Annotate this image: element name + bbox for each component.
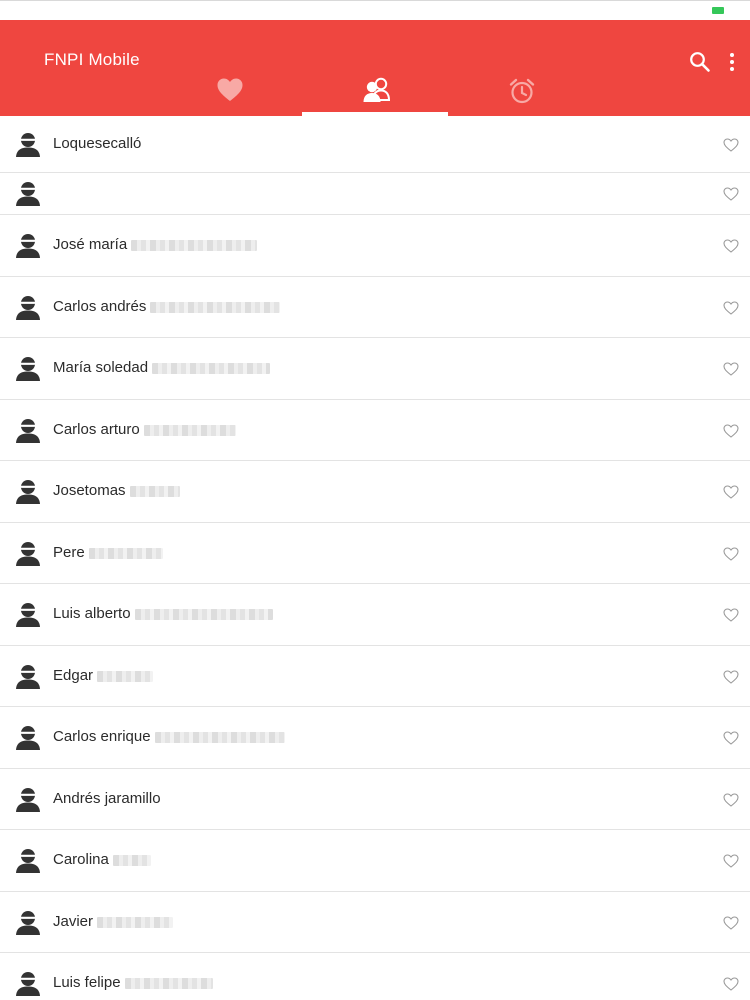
user-avatar-icon [16, 418, 40, 443]
favorite-heart-icon[interactable] [723, 793, 739, 807]
tab-alarms[interactable] [448, 74, 594, 116]
contact-name-text: Loquesecalló [53, 135, 142, 152]
user-avatar-icon [16, 356, 40, 381]
contact-name: Pere [53, 544, 163, 562]
contact-name-text: Carlos enrique [53, 728, 151, 745]
search-icon[interactable] [689, 51, 711, 73]
redacted-surname [150, 301, 281, 313]
contact-name-text: José maría [53, 236, 128, 253]
contact-name: Andrés jaramillo [53, 790, 161, 808]
contact-name: María soledad [53, 359, 271, 377]
redacted-surname [152, 362, 271, 374]
contact-name: Edgar [53, 667, 154, 685]
list-item[interactable]: Carlos enrique [0, 707, 750, 769]
list-item[interactable]: Luis felipe [0, 953, 750, 1000]
redacted-surname [129, 485, 180, 497]
favorite-heart-icon[interactable] [723, 301, 739, 315]
favorite-heart-icon[interactable] [723, 239, 739, 253]
user-avatar-icon [16, 910, 40, 935]
list-item[interactable] [0, 173, 750, 215]
redacted-surname [88, 547, 163, 559]
tab-favorites[interactable] [156, 74, 302, 116]
user-avatar-icon [16, 233, 40, 258]
contact-name: Carlos enrique [53, 728, 285, 746]
redacted-surname [124, 977, 213, 989]
list-item[interactable]: Luis alberto [0, 584, 750, 646]
list-item[interactable]: Josetomas [0, 461, 750, 523]
favorite-heart-icon[interactable] [723, 608, 739, 622]
contact-name: Loquesecalló [53, 135, 141, 153]
contact-name: Carlos andrés [53, 298, 281, 316]
contact-name-text: Carolina [53, 851, 109, 868]
list-item[interactable]: Carlos arturo [0, 400, 750, 461]
contact-name-text: Luis felipe [53, 974, 121, 991]
contact-name-text: Carlos andrés [53, 298, 147, 315]
list-item[interactable]: Andrés jaramillo [0, 769, 750, 830]
favorite-heart-icon[interactable] [723, 977, 739, 991]
user-avatar-icon [16, 132, 40, 157]
favorite-heart-icon[interactable] [723, 138, 739, 152]
redacted-surname [97, 916, 174, 928]
user-avatar-icon [16, 541, 40, 566]
favorite-heart-icon[interactable] [723, 187, 739, 201]
favorite-heart-icon[interactable] [723, 731, 739, 745]
user-avatar-icon [16, 479, 40, 504]
user-avatar-icon [16, 181, 40, 206]
contact-name: Josetomas [53, 482, 180, 500]
contact-name-text: Luis alberto [53, 605, 131, 622]
more-vertical-icon[interactable] [722, 51, 742, 73]
redacted-surname [134, 608, 273, 620]
favorite-heart-icon[interactable] [723, 362, 739, 376]
contact-name: Carlos arturo [53, 421, 236, 439]
contact-name: José maría [53, 236, 258, 254]
alarm-clock-icon [509, 78, 535, 104]
user-avatar-icon [16, 602, 40, 627]
user-avatar-icon [16, 971, 40, 996]
app-title: FNPI Mobile [44, 50, 140, 69]
redacted-surname [97, 670, 154, 682]
contact-name: Luis alberto [53, 605, 273, 623]
list-item[interactable]: Javier [0, 892, 750, 953]
contact-name-text: Carlos arturo [53, 421, 140, 438]
user-avatar-icon [16, 295, 40, 320]
redacted-surname [131, 239, 258, 251]
list-item[interactable]: Edgar [0, 646, 750, 707]
contact-name: Carolina [53, 851, 151, 869]
user-avatar-icon [16, 787, 40, 812]
favorite-heart-icon[interactable] [723, 916, 739, 930]
list-item[interactable]: José maría [0, 215, 750, 277]
tab-people[interactable] [302, 74, 448, 116]
list-item[interactable]: Carlos andrés [0, 277, 750, 338]
contact-name-text: Edgar [53, 667, 94, 684]
heart-icon [217, 78, 243, 101]
people-icon [363, 77, 391, 102]
redacted-surname [143, 424, 236, 436]
contact-list[interactable]: Loquesecalló José maría Carlos andrés María… [0, 116, 750, 1000]
contact-name: Javier [53, 913, 174, 931]
favorite-heart-icon[interactable] [723, 485, 739, 499]
list-item[interactable]: María soledad [0, 338, 750, 400]
favorite-heart-icon[interactable] [723, 854, 739, 868]
contact-name-text: Pere [53, 544, 85, 561]
user-avatar-icon [16, 664, 40, 689]
user-avatar-icon [16, 725, 40, 750]
contact-name: Luis felipe [53, 974, 213, 992]
favorite-heart-icon[interactable] [723, 547, 739, 561]
redacted-surname [154, 731, 285, 743]
contact-name-text: Andrés jaramillo [53, 790, 161, 807]
contact-name-text: María soledad [53, 359, 149, 376]
app-bar: FNPI Mobile [0, 20, 750, 116]
status-bar [0, 0, 750, 21]
list-item[interactable]: Carolina [0, 830, 750, 892]
contact-name-text: Javier [53, 913, 94, 930]
favorite-heart-icon[interactable] [723, 670, 739, 684]
battery-icon [712, 7, 724, 14]
contact-name-text: Josetomas [53, 482, 126, 499]
user-avatar-icon [16, 848, 40, 873]
favorite-heart-icon[interactable] [723, 424, 739, 438]
list-item[interactable]: Loquesecalló [0, 116, 750, 173]
redacted-surname [112, 854, 151, 866]
list-item[interactable]: Pere [0, 523, 750, 584]
